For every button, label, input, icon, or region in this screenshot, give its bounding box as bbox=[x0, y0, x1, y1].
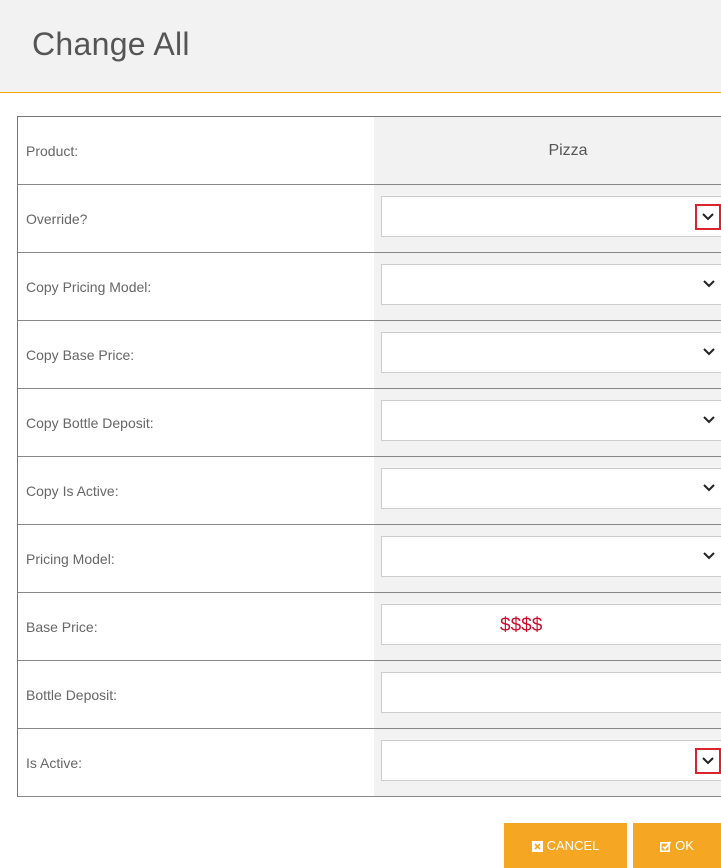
bottle-deposit-label: Bottle Deposit: bbox=[26, 686, 118, 703]
chevron-down-icon[interactable] bbox=[698, 341, 720, 363]
copy-pricing-model-cell bbox=[374, 253, 721, 320]
row-is-active: Is Active: bbox=[18, 729, 721, 797]
is-active-label: Is Active: bbox=[26, 754, 83, 771]
copy-is-active-label: Copy Is Active: bbox=[26, 482, 119, 499]
copy-pricing-model-label: Copy Pricing Model: bbox=[26, 278, 152, 295]
copy-bottle-deposit-select[interactable] bbox=[381, 400, 721, 441]
pricing-model-select[interactable] bbox=[381, 536, 721, 577]
chevron-down-icon[interactable] bbox=[698, 273, 720, 295]
pricing-model-cell bbox=[374, 525, 721, 592]
row-copy-base-price: Copy Base Price: bbox=[18, 321, 721, 389]
row-base-price: Base Price: $$$$ bbox=[18, 593, 721, 661]
override-label: Override? bbox=[26, 210, 88, 227]
chevron-down-icon[interactable] bbox=[695, 204, 721, 230]
base-price-cell: $$$$ bbox=[374, 593, 721, 660]
product-value-cell: Pizza bbox=[374, 117, 721, 184]
row-pricing-model: Pricing Model: bbox=[18, 525, 721, 593]
ok-button[interactable]: OK bbox=[633, 823, 721, 868]
chevron-down-icon[interactable] bbox=[695, 748, 721, 774]
row-override: Override? bbox=[18, 185, 721, 253]
copy-base-price-select[interactable] bbox=[381, 332, 721, 373]
row-copy-is-active: Copy Is Active: bbox=[18, 457, 721, 525]
base-price-value: $$$$ bbox=[500, 615, 543, 636]
chevron-down-icon[interactable] bbox=[698, 477, 720, 499]
override-select[interactable] bbox=[381, 196, 721, 237]
row-product: Product: Pizza bbox=[18, 117, 721, 185]
checkbox-icon bbox=[660, 840, 672, 852]
dialog-header: Change All bbox=[0, 0, 721, 93]
dialog-title: Change All bbox=[32, 26, 190, 62]
close-box-icon bbox=[531, 840, 543, 852]
base-price-label: Base Price: bbox=[26, 618, 98, 635]
chevron-down-icon[interactable] bbox=[698, 545, 720, 567]
copy-is-active-cell bbox=[374, 457, 721, 524]
cancel-button-label: CANCEL bbox=[546, 838, 600, 853]
copy-bottle-deposit-cell bbox=[374, 389, 721, 456]
copy-base-price-cell bbox=[374, 321, 721, 388]
cancel-button[interactable]: CANCEL bbox=[504, 823, 627, 868]
row-copy-bottle-deposit: Copy Bottle Deposit: bbox=[18, 389, 721, 457]
copy-is-active-select[interactable] bbox=[381, 468, 721, 509]
override-cell bbox=[374, 185, 721, 252]
copy-bottle-deposit-label: Copy Bottle Deposit: bbox=[26, 414, 154, 431]
pricing-model-label: Pricing Model: bbox=[26, 550, 115, 567]
product-value: Pizza bbox=[548, 141, 588, 159]
row-copy-pricing-model: Copy Pricing Model: bbox=[18, 253, 721, 321]
is-active-cell bbox=[374, 729, 721, 796]
row-bottle-deposit: Bottle Deposit: bbox=[18, 661, 721, 729]
copy-base-price-label: Copy Base Price: bbox=[26, 346, 135, 363]
change-all-form: Product: Pizza Override? Copy Pricing Mo… bbox=[17, 116, 721, 797]
product-label: Product: bbox=[26, 142, 79, 159]
bottle-deposit-cell bbox=[374, 661, 721, 728]
is-active-select[interactable] bbox=[381, 740, 721, 781]
copy-pricing-model-select[interactable] bbox=[381, 264, 721, 305]
ok-button-label: OK bbox=[675, 838, 694, 853]
base-price-input[interactable]: $$$$ bbox=[381, 604, 721, 645]
bottle-deposit-input[interactable] bbox=[381, 672, 721, 713]
chevron-down-icon[interactable] bbox=[698, 409, 720, 431]
